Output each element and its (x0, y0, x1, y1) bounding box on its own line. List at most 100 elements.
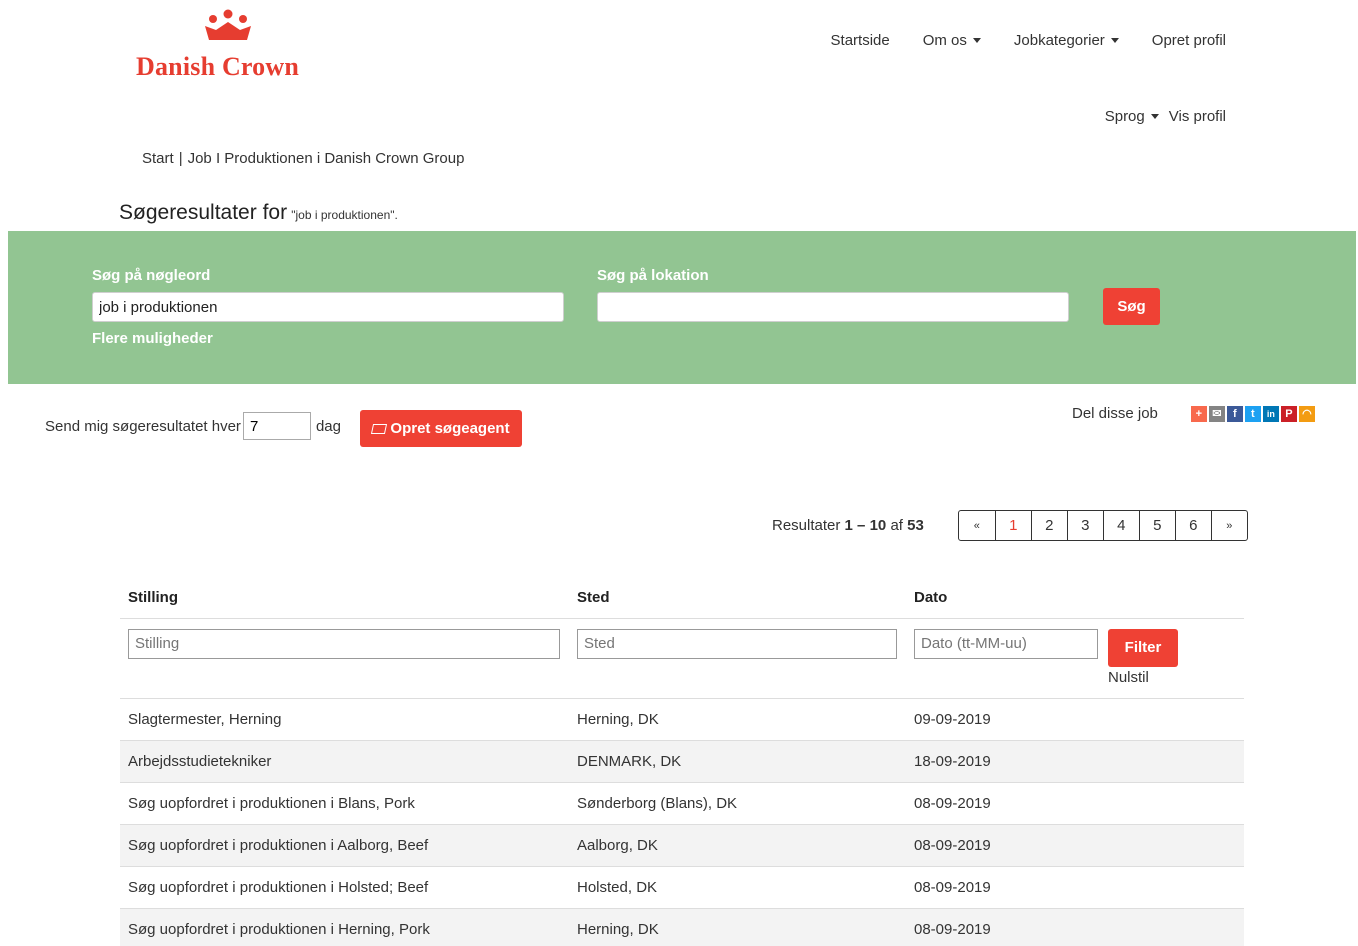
nav-sprog[interactable]: Sprog (1105, 108, 1159, 125)
results-heading-query: "job i produktionen". (291, 208, 398, 222)
filter-cell-date: Filter Nulstil (906, 618, 1244, 699)
location-label: Søg på lokation (597, 267, 709, 284)
filter-location-input[interactable] (577, 628, 897, 659)
pager-page-2[interactable]: 2 (1030, 511, 1067, 540)
job-date: 08-09-2019 (906, 782, 1244, 825)
location-input[interactable] (597, 292, 1069, 322)
agent-text-before: Send mig søgeresultatet hver (45, 417, 241, 435)
reset-filter-link[interactable]: Nulstil (1108, 669, 1178, 686)
nav-startside[interactable]: Startside (831, 32, 890, 49)
pager-page-3[interactable]: 3 (1066, 511, 1103, 540)
caret-down-icon (972, 38, 981, 43)
pager-page-1[interactable]: 1 (994, 511, 1031, 540)
job-date: 08-09-2019 (906, 824, 1244, 867)
pager-prev[interactable]: « (959, 511, 995, 540)
job-title-link[interactable]: Slagtermester, Herning (120, 698, 569, 741)
share-jobs: Del disse job + ✉ f t in P ◠ (1072, 405, 1315, 422)
breadcrumb: Start | Job I Produktionen i Danish Crown … (142, 150, 464, 167)
table-row[interactable]: Søg uopfordret i produktionen i Holsted;… (120, 866, 1244, 909)
table-row[interactable]: Søg uopfordret i produktionen i Herning,… (120, 908, 1244, 946)
envelope-icon (371, 423, 388, 434)
nav-label: Jobkategorier (1013, 32, 1105, 49)
nav-opret-profil[interactable]: Opret profil (1152, 32, 1226, 49)
breadcrumb-home-link[interactable]: Start (142, 150, 174, 167)
share-label: Del disse job (1072, 405, 1158, 422)
nav-label: Startside (830, 32, 890, 49)
keyword-input[interactable] (92, 292, 564, 322)
search-agent-row: Send mig søgeresultatet hver dag (45, 412, 341, 440)
job-date: 09-09-2019 (906, 698, 1244, 741)
secondary-navigation: Sprog Vis profil (1095, 108, 1226, 125)
nav-label: Vis profil (1168, 108, 1226, 125)
header-stilling[interactable]: Stilling (120, 580, 569, 619)
filter-button[interactable]: Filter (1108, 628, 1178, 667)
table-header-row: Stilling Sted Dato (120, 580, 1244, 619)
danish-crown-logo[interactable]: Danish Crown (136, 6, 328, 81)
results-count-prefix: Resultater (772, 517, 841, 534)
nav-vis-profil[interactable]: Vis profil (1169, 108, 1226, 125)
header-dato[interactable]: Dato (906, 580, 1244, 619)
nav-label: Sprog (1104, 108, 1145, 125)
pager-page-4[interactable]: 4 (1102, 511, 1139, 540)
rss-icon[interactable]: ◠ (1298, 405, 1315, 422)
nav-label: Om os (922, 32, 967, 49)
jobs-table: Stilling Sted Dato Filter Nulstil Slagte… (120, 580, 1244, 946)
job-date: 08-09-2019 (906, 908, 1244, 946)
search-button[interactable]: Søg (1103, 288, 1160, 325)
agent-days-input[interactable] (242, 412, 311, 440)
more-options-link[interactable]: Flere muligheder (92, 330, 213, 347)
create-search-agent-button[interactable]: Opret søgeagent (360, 410, 522, 447)
job-location: Holsted, DK (569, 866, 906, 909)
agent-button-label: Opret søgeagent (390, 420, 510, 437)
pager-next[interactable]: » (1210, 511, 1247, 540)
table-row[interactable]: Slagtermester, Herning Herning, DK 09-09-2… (120, 698, 1244, 741)
share-icons: + ✉ f t in P ◠ (1190, 405, 1315, 422)
job-title-link[interactable]: Søg uopfordret i produktionen i Blans, P… (120, 782, 569, 825)
results-count-total: 53 (907, 517, 924, 534)
filter-cell-title (120, 618, 569, 699)
addthis-plus-icon[interactable]: + (1190, 405, 1207, 422)
keyword-label: Søg på nøgleord (92, 267, 211, 284)
job-title-link[interactable]: Søg uopfordret i produktionen i Herning,… (120, 908, 569, 946)
filter-date-input[interactable] (914, 628, 1098, 659)
table-row[interactable]: Søg uopfordret i produktionen i Blans, P… (120, 782, 1244, 825)
linkedin-icon[interactable]: in (1262, 405, 1279, 422)
caret-down-icon (1110, 38, 1119, 43)
job-location: Herning, DK (569, 908, 906, 946)
job-location: Herning, DK (569, 698, 906, 741)
table-row[interactable]: Arbejdsstudietekniker DENMARK, DK 18-09-20… (120, 740, 1244, 783)
brand-name: Danish Crown (136, 52, 300, 81)
results-count-of: af (890, 517, 903, 534)
header-sted[interactable]: Sted (569, 580, 906, 619)
email-icon[interactable]: ✉ (1208, 405, 1225, 422)
main-navigation: Startside Om os Jobkategorier Opret prof… (798, 32, 1226, 49)
caret-down-icon (1150, 114, 1159, 119)
results-heading: Søgeresultater for "job i produktionen". (119, 201, 398, 225)
pagination-area: Resultater 1 – 10 af 53 « 1 2 3 4 5 6 » (772, 510, 1248, 541)
job-date: 08-09-2019 (906, 866, 1244, 909)
table-row[interactable]: Søg uopfordret i produktionen i Aalborg,… (120, 824, 1244, 867)
results-heading-prefix: Søgeresultater for (119, 201, 288, 224)
facebook-icon[interactable]: f (1226, 405, 1243, 422)
job-location: Aalborg, DK (569, 824, 906, 867)
agent-text-after: dag (315, 417, 341, 435)
results-count: Resultater 1 – 10 af 53 (772, 517, 924, 534)
nav-om-os[interactable]: Om os (923, 32, 981, 49)
pager-page-5[interactable]: 5 (1138, 511, 1175, 540)
filter-cell-location (569, 618, 906, 699)
filter-row: Filter Nulstil (120, 618, 1244, 699)
job-title-link[interactable]: Arbejdsstudietekniker (120, 740, 569, 783)
pager-page-6[interactable]: 6 (1174, 511, 1211, 540)
pager: « 1 2 3 4 5 6 » (957, 510, 1248, 541)
twitter-icon[interactable]: t (1244, 405, 1261, 422)
filter-title-input[interactable] (128, 628, 560, 659)
search-panel: Søg på nøgleord Søg på lokation Flere mu… (8, 231, 1356, 384)
job-date: 18-09-2019 (906, 740, 1244, 783)
nav-label: Opret profil (1151, 32, 1226, 49)
job-title-link[interactable]: Søg uopfordret i produktionen i Aalborg,… (120, 824, 569, 867)
nav-jobkategorier[interactable]: Jobkategorier (1014, 32, 1119, 49)
results-count-range: 1 – 10 (844, 517, 887, 534)
pinterest-icon[interactable]: P (1280, 405, 1297, 422)
job-title-link[interactable]: Søg uopfordret i produktionen i Holsted;… (120, 866, 569, 909)
crown-icon (205, 9, 251, 40)
